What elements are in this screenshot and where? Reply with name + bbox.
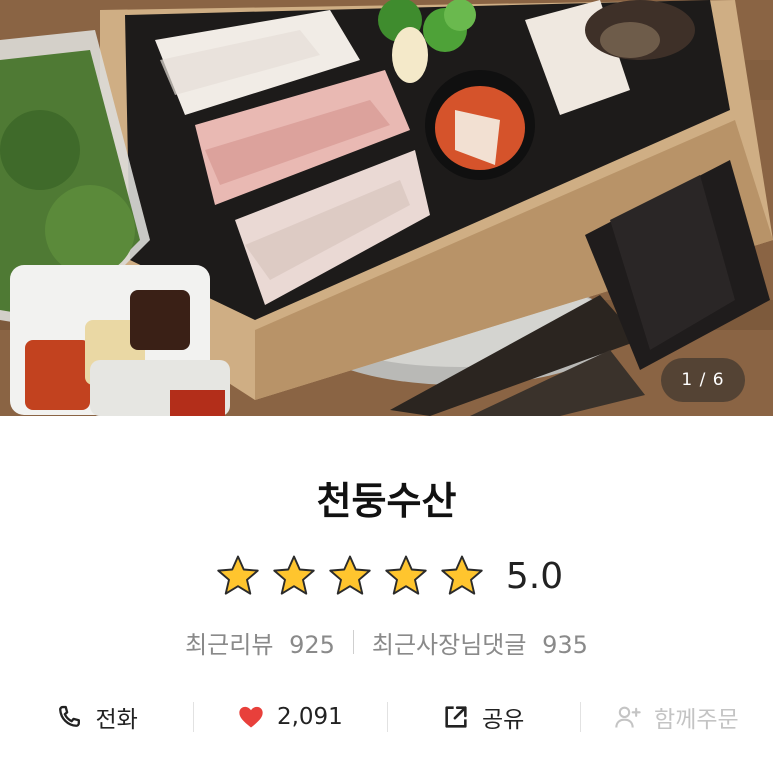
- divider: [352, 630, 354, 654]
- star-icon: [329, 555, 371, 595]
- action-bar: 전화 2,091 공유 함께주문: [0, 690, 773, 744]
- store-photo-gallery[interactable]: 1 / 6: [0, 0, 773, 416]
- recent-reviews-label: 최근리뷰: [185, 630, 274, 659]
- star-icon: [273, 555, 315, 595]
- phone-icon: [59, 705, 81, 727]
- like-count: 2,091: [276, 704, 343, 730]
- owner-replies-link[interactable]: 최근사장님댓글 935: [372, 625, 588, 660]
- review-stats: 최근리뷰 925 최근사장님댓글 935: [0, 622, 773, 662]
- sashimi-platter-photo: [0, 0, 773, 416]
- like-button[interactable]: 2,091: [193, 690, 386, 744]
- owner-replies-label: 최근사장님댓글: [371, 630, 527, 659]
- star-icon: [217, 555, 259, 595]
- share-label: 공유: [481, 707, 525, 733]
- call-label: 전화: [95, 707, 138, 733]
- call-button[interactable]: 전화: [0, 690, 193, 744]
- store-name: 천둥수산: [316, 479, 457, 523]
- group-order-button[interactable]: 함께주문: [579, 690, 773, 744]
- rating-row: 5.0: [0, 552, 773, 600]
- heart-icon: [239, 706, 263, 728]
- star-icon: [385, 555, 427, 595]
- gallery-page-indicator: 1 / 6: [661, 358, 745, 402]
- share-button[interactable]: 공유: [386, 690, 580, 744]
- rating-value: 5.0: [505, 555, 564, 597]
- recent-reviews-count: 925: [289, 630, 335, 659]
- star-icon: [441, 555, 483, 595]
- share-icon: [445, 706, 467, 728]
- group-order-label: 함께주문: [654, 707, 739, 733]
- add-person-icon: [615, 706, 641, 728]
- recent-reviews-link[interactable]: 최근리뷰 925: [185, 625, 335, 660]
- owner-replies-count: 935: [542, 630, 588, 659]
